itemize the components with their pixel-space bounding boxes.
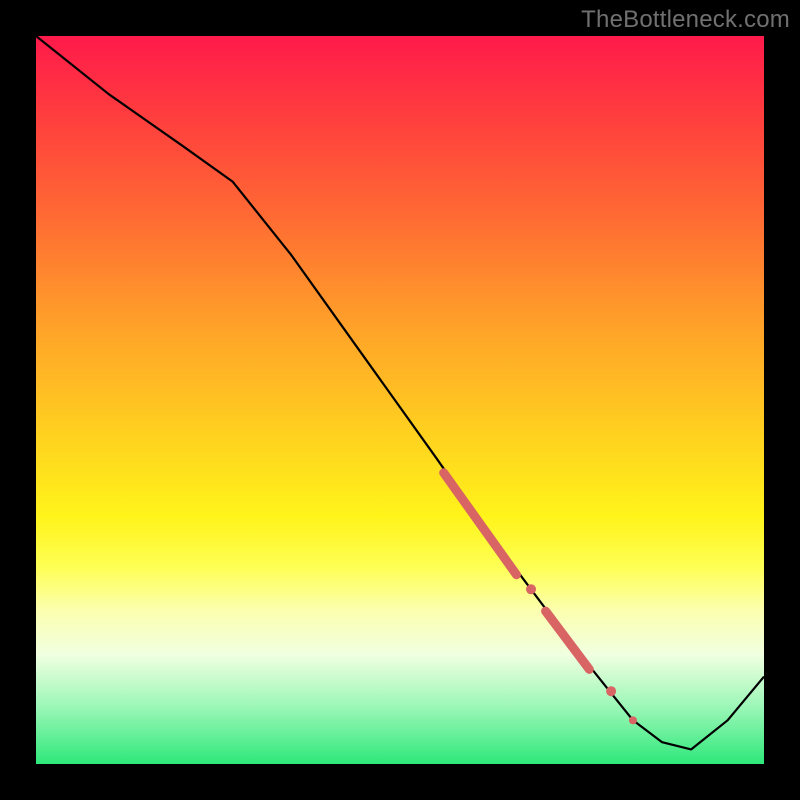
watermark-text: TheBottleneck.com [581, 6, 790, 34]
highlight-segment [546, 611, 590, 669]
highlight-point [526, 584, 536, 594]
highlight-segment [444, 473, 517, 575]
plot-area [36, 36, 764, 764]
highlight-point [606, 686, 616, 696]
highlight-markers [444, 473, 637, 725]
bottleneck-curve [36, 36, 764, 749]
highlight-point [629, 716, 637, 724]
chart-frame: TheBottleneck.com [0, 0, 800, 800]
curve-layer [36, 36, 764, 764]
